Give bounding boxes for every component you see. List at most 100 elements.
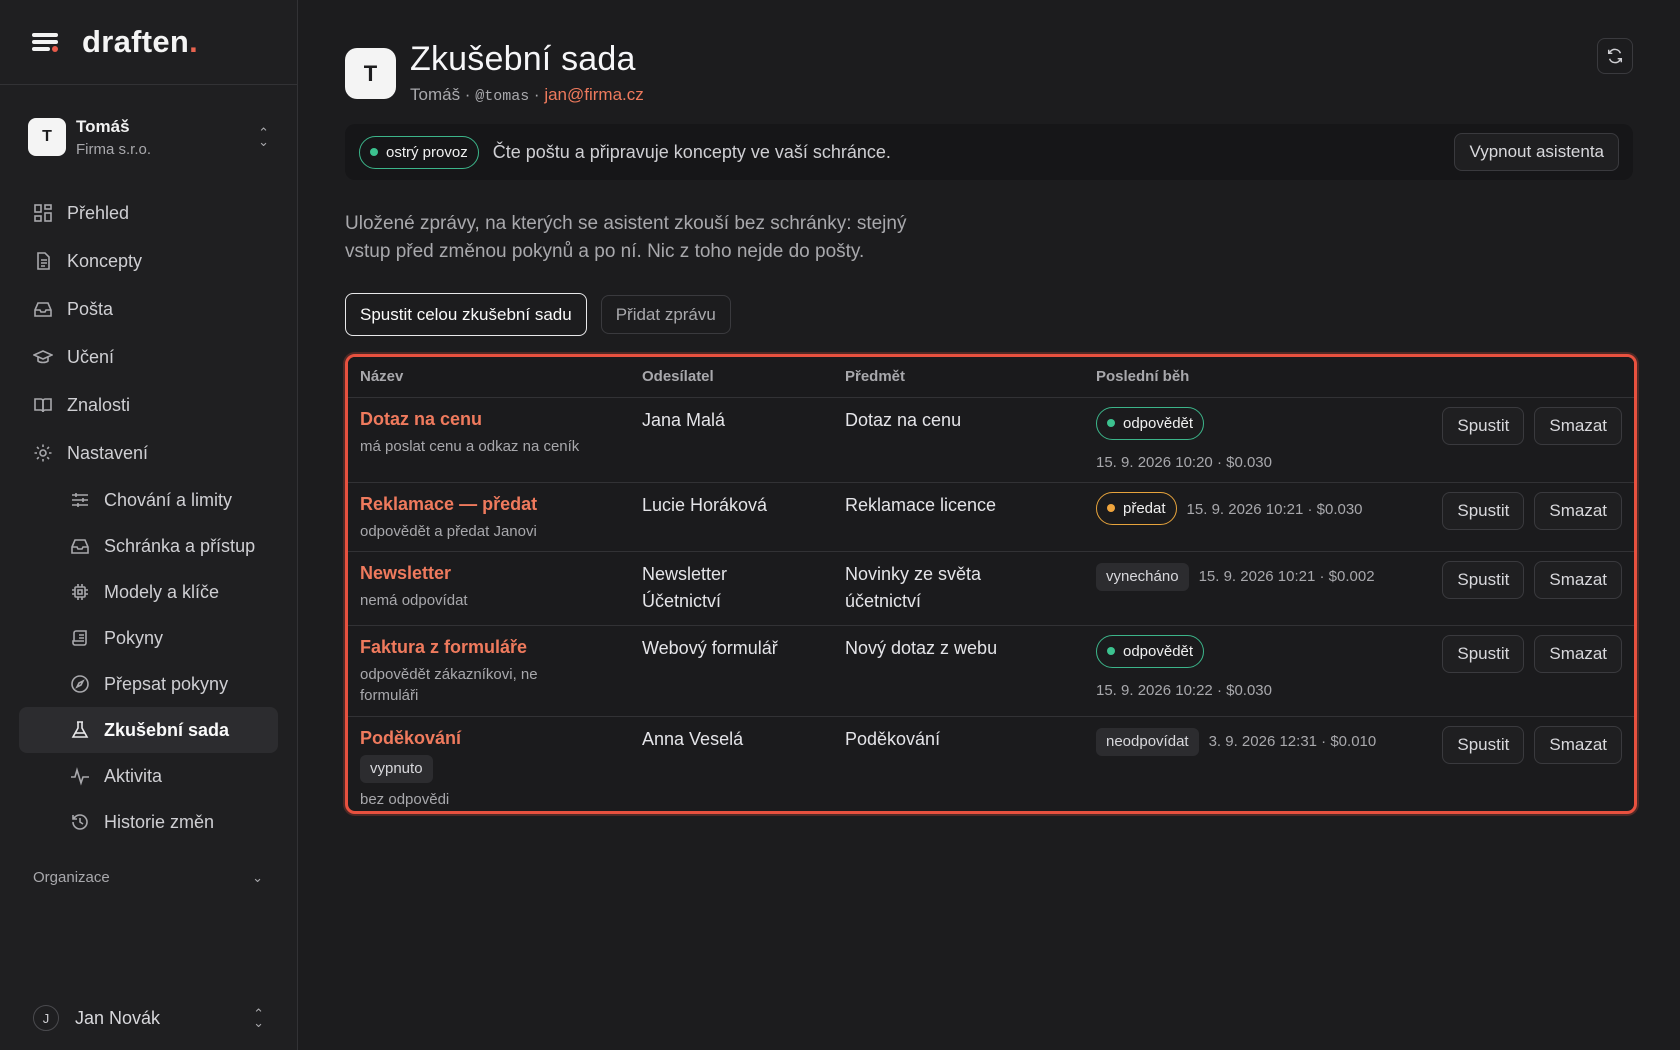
organization-section-label: Organizace <box>33 869 110 886</box>
sidebar-item-label: Přepsat pokyny <box>104 673 229 694</box>
status-badge: ostrý provoz <box>359 135 479 169</box>
sidebar-item-label: Pošta <box>67 298 114 319</box>
account-avatar: T <box>28 118 66 156</box>
delete-button[interactable]: Smazat <box>1534 491 1622 530</box>
sidebar-item-label: Koncepty <box>67 250 143 271</box>
test-name-link[interactable]: Faktura z formuláře <box>360 637 630 658</box>
sidebar-item-label: Schránka a přístup <box>104 535 256 556</box>
account-name: Tomáš <box>76 116 130 136</box>
user-name: Jan Novák <box>75 1007 161 1028</box>
run-button[interactable]: Spustit <box>1442 406 1525 445</box>
column-header-last-run: Poslední běh <box>1084 357 1414 398</box>
subject: Poděkování <box>845 728 941 749</box>
delete-button[interactable]: Smazat <box>1534 406 1622 445</box>
sidebar-item-label: Přehled <box>67 202 130 223</box>
test-name-link[interactable]: Reklamace — předat <box>360 494 630 515</box>
sender: Webový formulář <box>642 637 778 658</box>
chip-icon <box>72 584 88 600</box>
sliders-icon <box>72 493 88 507</box>
test-note: bez odpovědi <box>360 790 450 808</box>
result-badge: odpovědět <box>1096 406 1205 440</box>
test-name-link[interactable]: Poděkování <box>360 728 630 749</box>
sidebar-item-posta[interactable]: Pošta <box>19 285 278 333</box>
run-button[interactable]: Spustit <box>1442 560 1525 599</box>
history-icon <box>72 814 88 830</box>
run-button[interactable]: Spustit <box>1442 491 1525 530</box>
scroll-icon <box>72 630 87 646</box>
table-row: Poděkování vypnuto bez odpovědi Anna Vesel… <box>348 716 1634 811</box>
table-row: Newsletter nemá odpovídat Newsletter Účet… <box>348 551 1634 626</box>
column-header-sender: Odesílatel <box>630 357 833 398</box>
test-suite-table: Název Odesílatel Předmět Poslední běh Do… <box>345 354 1637 814</box>
test-name-link[interactable]: Newsletter <box>360 563 630 584</box>
table-row: Faktura z formuláře odpovědět zákazníkovi… <box>348 625 1634 717</box>
owner-email: jan@firma.cz <box>544 85 644 104</box>
result-badge: neodpovídat <box>1096 727 1199 756</box>
sender: Anna Veselá <box>642 728 744 749</box>
book-icon <box>34 398 52 413</box>
page-subtitle: Tomáš · @tomas · jan@firma.cz <box>410 85 644 105</box>
subject: Nový dotaz z webu <box>845 637 998 658</box>
sidebar-item-prehled[interactable]: Přehled <box>19 189 278 237</box>
disabled-badge: vypnuto <box>360 754 433 783</box>
test-note: odpovědět a předat Janovi <box>360 522 537 540</box>
document-icon <box>37 252 50 270</box>
test-name-link[interactable]: Dotaz na cenu <box>360 409 630 430</box>
table-header-row: Název Odesílatel Předmět Poslední běh <box>348 357 1634 398</box>
subject: Reklamace licence <box>845 494 997 515</box>
sender: Lucie Horáková <box>642 494 768 515</box>
sidebar-item-modely-a-klice[interactable]: Modely a klíče <box>19 569 278 615</box>
user-menu[interactable]: J Jan Novák ⌃ ⌄ <box>0 986 297 1050</box>
flask-icon <box>71 721 89 738</box>
sidebar-item-pokyny[interactable]: Pokyny <box>19 615 278 661</box>
inbox-icon <box>34 302 52 317</box>
sidebar-item-historie-zmen[interactable]: Historie změn <box>19 799 278 845</box>
owner-handle: @tomas <box>475 88 530 105</box>
delete-button[interactable]: Smazat <box>1534 634 1622 673</box>
sidebar-item-prepsat-pokyny[interactable]: Přepsat pokyny <box>19 661 278 707</box>
brand-logo[interactable]: draften. <box>82 24 198 60</box>
assistant-avatar: T <box>345 48 396 99</box>
sidebar-item-zkusebni-sada[interactable]: Zkušební sada <box>19 707 278 753</box>
result-badge: předat <box>1096 491 1177 525</box>
page-description: Uložené zprávy, na kterých se asistent z… <box>345 213 907 262</box>
chevron-down-icon: ⌄ <box>252 869 263 885</box>
delete-button[interactable]: Smazat <box>1534 725 1622 764</box>
subject: Novinky ze světa účetnictví <box>845 563 982 611</box>
delete-button[interactable]: Smazat <box>1534 560 1622 599</box>
sidebar-item-label: Aktivita <box>104 765 163 786</box>
run-all-button[interactable]: Spustit celou zkušební sadu <box>345 293 587 336</box>
status-banner: ostrý provoz Čte poštu a připravuje konc… <box>345 124 1633 180</box>
column-header-subject: Předmět <box>833 357 1084 398</box>
add-message-button[interactable]: Přidat zprávu <box>600 295 731 334</box>
refresh-button[interactable] <box>1597 38 1633 74</box>
sidebar-item-label: Chování a limity <box>104 489 233 510</box>
run-button[interactable]: Spustit <box>1442 634 1525 673</box>
toolbar: Spustit celou zkušební sadu Přidat zpráv… <box>345 293 731 336</box>
sidebar-item-nastaveni[interactable]: Nastavení <box>19 429 278 477</box>
sender: Newsletter Účetnictví <box>642 563 728 611</box>
user-avatar: J <box>33 1005 59 1031</box>
run-button[interactable]: Spustit <box>1442 725 1525 764</box>
organization-section-toggle[interactable]: Organizace ⌄ <box>0 869 297 886</box>
sidebar-item-schranka-a-pristup[interactable]: Schránka a přístup <box>19 523 278 569</box>
refresh-icon <box>1607 48 1623 64</box>
sidebar-item-koncepty[interactable]: Koncepty <box>19 237 278 285</box>
grid-icon <box>34 204 52 222</box>
account-switcher[interactable]: T Tomáš Firma s.r.o. ⌃ ⌄ <box>0 85 297 189</box>
sidebar-item-uceni[interactable]: Učení <box>19 333 278 381</box>
sidebar-item-aktivita[interactable]: Aktivita <box>19 753 278 799</box>
sidebar-item-chovani-a-limity[interactable]: Chování a limity <box>19 477 278 523</box>
menu-icon[interactable] <box>32 31 60 53</box>
table-row: Dotaz na cenu má poslat cenu a odkaz na c… <box>348 397 1634 483</box>
table-row: Reklamace — předat odpovědět a předat Jan… <box>348 482 1634 552</box>
account-org: Firma s.r.o. <box>76 140 152 158</box>
sidebar-item-label: Znalosti <box>67 394 131 415</box>
result-badge: vynecháno <box>1096 562 1189 591</box>
disable-assistant-button[interactable]: Vypnout asistenta <box>1454 133 1619 171</box>
subject: Dotaz na cenu <box>845 409 962 430</box>
run-meta: 15. 9. 2026 10:22 · $0.030 <box>1096 681 1272 699</box>
activity-icon <box>71 767 89 786</box>
page-title: Zkušební sada <box>410 40 636 78</box>
sidebar-item-znalosti[interactable]: Znalosti <box>19 381 278 429</box>
